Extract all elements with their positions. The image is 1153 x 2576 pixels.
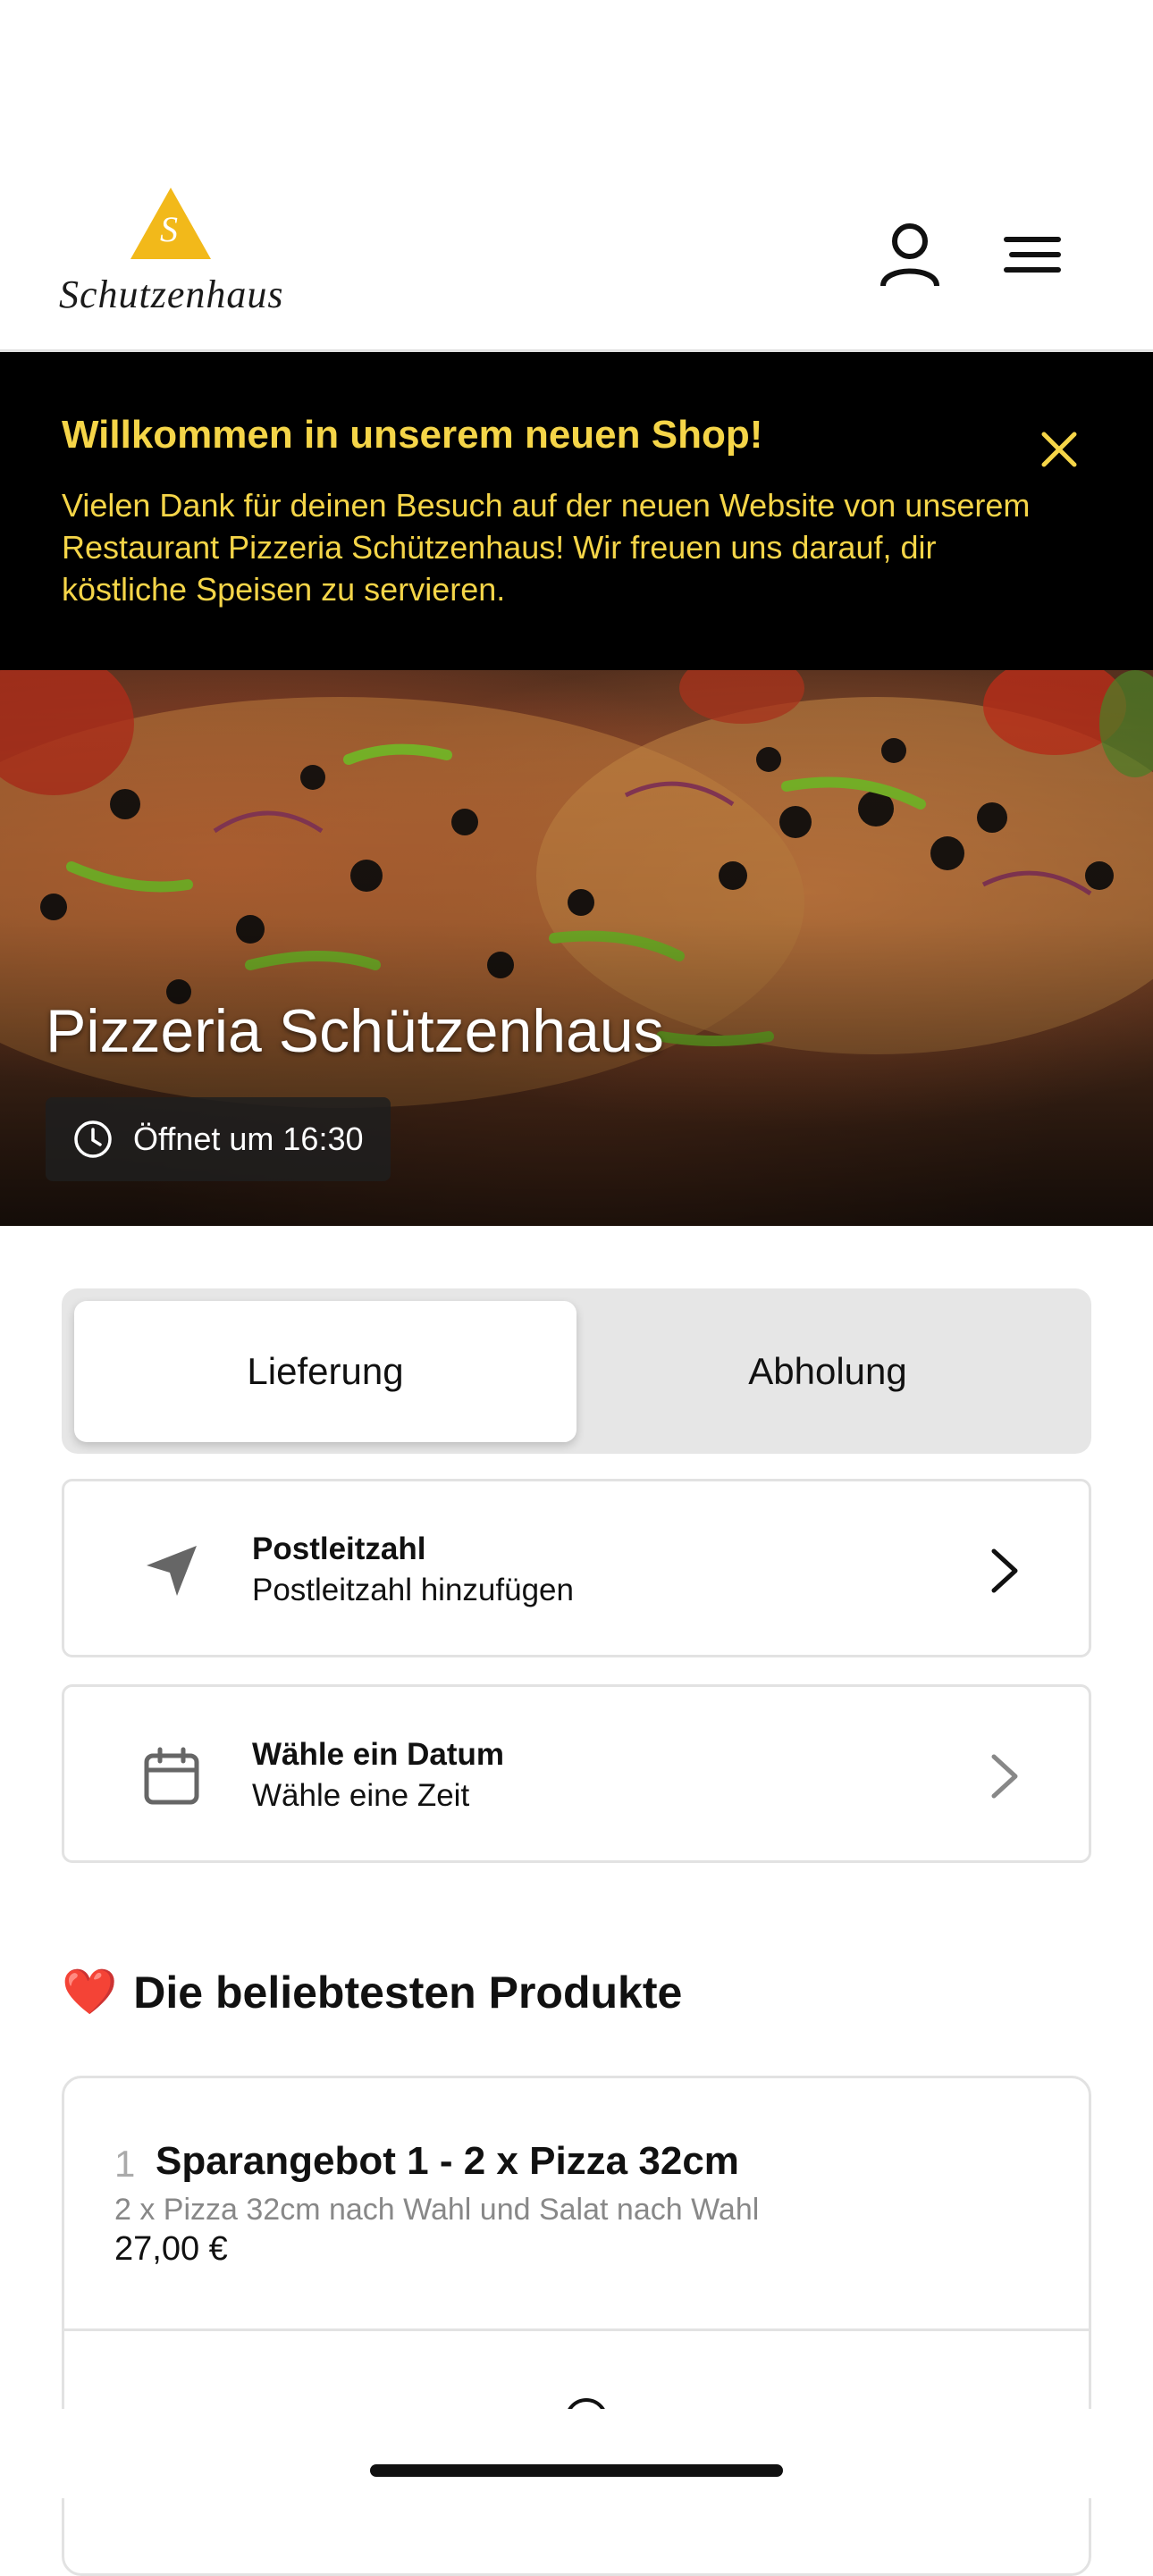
- clock-icon: [74, 1120, 112, 1158]
- postcode-title: Postleitzahl: [252, 1531, 426, 1566]
- tab-pickup[interactable]: Abholung: [576, 1301, 1079, 1442]
- hamburger-menu-icon: [1004, 237, 1061, 273]
- bottom-safe-area: [0, 2409, 1153, 2498]
- opening-status-badge: Öffnet um 16:30: [46, 1097, 391, 1181]
- close-icon: [1041, 432, 1077, 467]
- banner-text: Vielen Dank für deinen Besuch auf der ne…: [62, 487, 1031, 608]
- restaurant-name: Pizzeria Schützenhaus: [46, 997, 664, 1065]
- product-item[interactable]: 1 Sparangebot 1 - 2 x Pizza 32cm 2 x Piz…: [64, 2078, 1089, 2331]
- location-arrow-icon: [127, 1526, 216, 1615]
- heart-icon: ❤️: [62, 1967, 118, 2017]
- popular-products-list: 1 Sparangebot 1 - 2 x Pizza 32cm 2 x Piz…: [62, 2076, 1091, 2576]
- home-indicator: [370, 2464, 783, 2477]
- postcode-subtitle: Postleitzahl hinzufügen: [252, 1573, 574, 1607]
- banner-title: Willkommen in unserem neuen Shop!: [62, 413, 763, 457]
- product-name: Sparangebot 1 - 2 x Pizza 32cm: [156, 2139, 739, 2183]
- date-time-selector[interactable]: Wähle ein Datum Wähle eine Zeit: [62, 1684, 1091, 1863]
- logo-wordmark: Schutzenhaus: [59, 273, 284, 316]
- tab-delivery[interactable]: Lieferung: [74, 1301, 576, 1442]
- opening-status-text: Öffnet um 16:30: [133, 1120, 364, 1157]
- product-rank: 1: [114, 2143, 136, 2185]
- product-description: 2 x Pizza 32cm nach Wahl und Salat nach …: [114, 2193, 760, 2227]
- order-mode-toggle: Lieferung Abholung: [62, 1288, 1091, 1454]
- product-price: 27,00 €: [114, 2230, 228, 2268]
- chevron-right-icon: [967, 1741, 1039, 1812]
- chevron-right-icon: [967, 1535, 1039, 1607]
- banner-close-button[interactable]: [1028, 418, 1090, 481]
- user-icon: [880, 223, 939, 287]
- postcode-selector[interactable]: Postleitzahl Postleitzahl hinzufügen: [62, 1479, 1091, 1657]
- calendar-icon: [127, 1732, 216, 1821]
- welcome-banner: Willkommen in unserem neuen Shop! Vielen…: [0, 352, 1153, 670]
- restaurant-logo[interactable]: S Schutzenhaus: [59, 186, 284, 320]
- user-account-button[interactable]: [870, 214, 950, 295]
- hero-image: Pizzeria Schützenhaus Öffnet um 16:30: [0, 670, 1153, 1226]
- menu-button[interactable]: [992, 214, 1073, 295]
- popular-products-heading: ❤️ Die beliebtesten Produkte: [62, 1966, 682, 2018]
- popular-products-title: Die beliebtesten Produkte: [133, 1967, 683, 2018]
- date-title: Wähle ein Datum: [252, 1737, 504, 1772]
- logo-letter: S: [160, 209, 178, 249]
- site-header: S Schutzenhaus: [0, 0, 1153, 352]
- time-subtitle: Wähle eine Zeit: [252, 1778, 470, 1813]
